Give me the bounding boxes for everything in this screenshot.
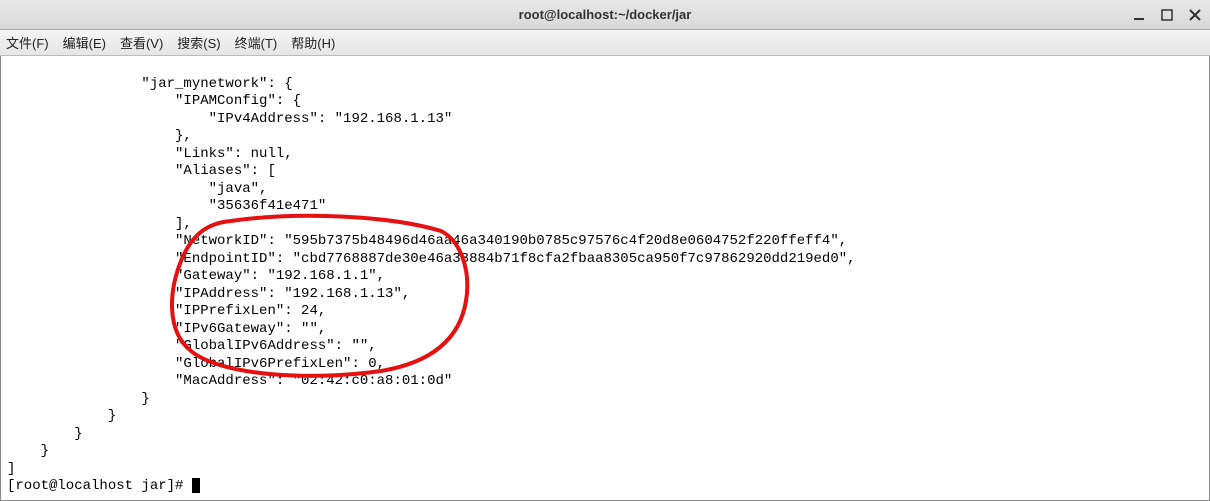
menu-view[interactable]: 查看(V): [120, 33, 163, 52]
terminal-output: "jar_mynetwork": { "IPAMConfig": { "IPv4…: [1, 56, 1209, 498]
output-line: "IPv6Gateway": "",: [7, 321, 326, 337]
terminal-cursor: [192, 478, 200, 493]
menu-file[interactable]: 文件(F): [6, 33, 49, 52]
minimize-button[interactable]: [1132, 8, 1146, 22]
output-line: "MacAddress": "02:42:c0:a8:01:0d": [7, 373, 452, 389]
window-controls: [1132, 8, 1202, 22]
output-line: "java",: [7, 181, 267, 197]
window-titlebar: root@localhost:~/docker/jar: [0, 0, 1210, 30]
maximize-button[interactable]: [1160, 8, 1174, 22]
output-line: },: [7, 128, 192, 144]
output-line: "IPv4Address": "192.168.1.13": [7, 111, 452, 127]
window-title: root@localhost:~/docker/jar: [519, 7, 692, 22]
output-line: }: [7, 426, 83, 442]
output-line: "Aliases": [: [7, 163, 276, 179]
terminal-prompt: [root@localhost jar]#: [7, 478, 192, 494]
output-line: "IPAMConfig": {: [7, 93, 301, 109]
output-line: }: [7, 408, 116, 424]
output-line: "Gateway": "192.168.1.1",: [7, 268, 385, 284]
output-line: "IPAddress": "192.168.1.13",: [7, 286, 410, 302]
menu-edit[interactable]: 编辑(E): [63, 33, 106, 52]
output-line: "EndpointID": "cbd7768887de30e46a33884b7…: [7, 251, 856, 267]
output-line: "NetworkID": "595b7375b48496d46aa46a3401…: [7, 233, 847, 249]
output-line: ]: [7, 461, 15, 477]
menu-bar: 文件(F) 编辑(E) 查看(V) 搜索(S) 终端(T) 帮助(H): [0, 30, 1210, 56]
terminal-area[interactable]: "jar_mynetwork": { "IPAMConfig": { "IPv4…: [0, 56, 1210, 501]
output-line: }: [7, 391, 150, 407]
output-line: ],: [7, 216, 192, 232]
menu-help[interactable]: 帮助(H): [291, 33, 335, 52]
output-line: "Links": null,: [7, 146, 293, 162]
close-button[interactable]: [1188, 8, 1202, 22]
menu-search[interactable]: 搜索(S): [177, 33, 220, 52]
output-line: }: [7, 443, 49, 459]
menu-terminal[interactable]: 终端(T): [235, 33, 278, 52]
output-line: "35636f41e471": [7, 198, 326, 214]
output-line: "GlobalIPv6PrefixLen": 0,: [7, 356, 385, 372]
output-line: "GlobalIPv6Address": "",: [7, 338, 377, 354]
output-line: "jar_mynetwork": {: [7, 76, 293, 92]
output-line: "IPPrefixLen": 24,: [7, 303, 326, 319]
